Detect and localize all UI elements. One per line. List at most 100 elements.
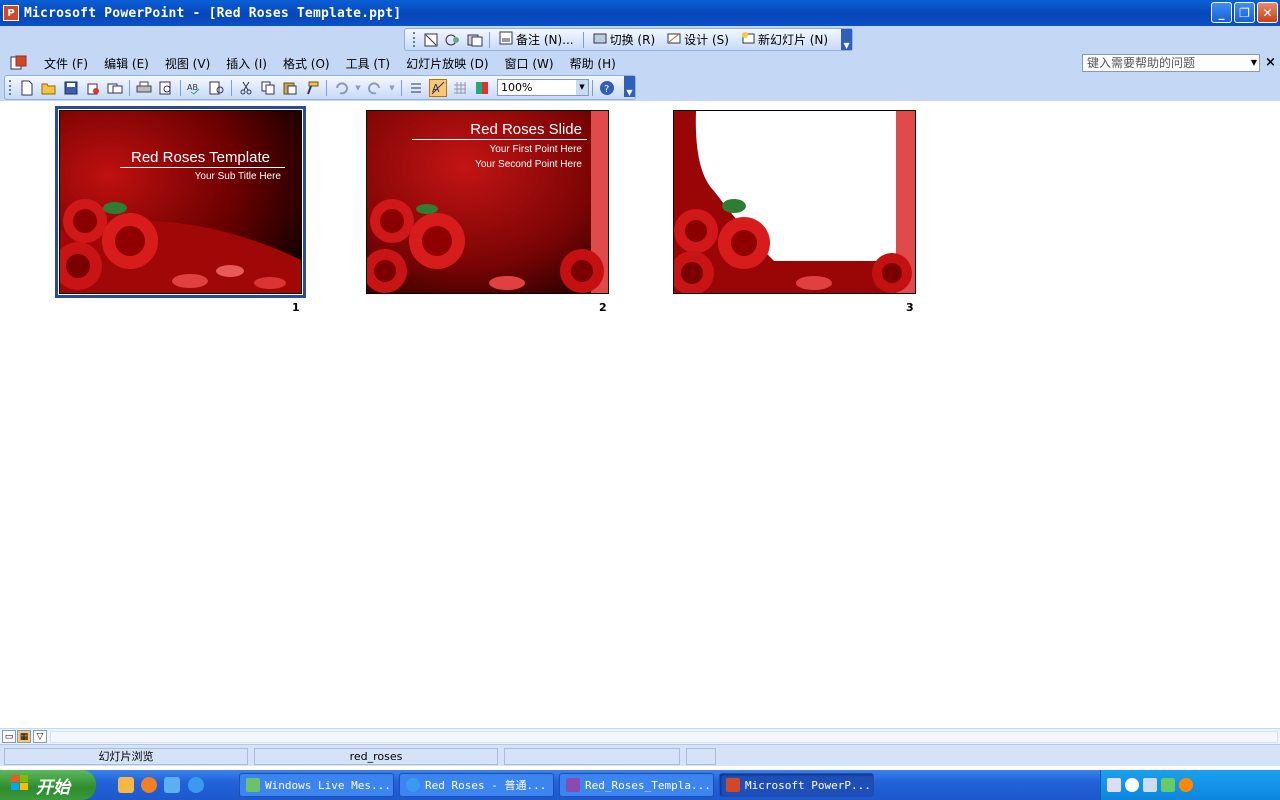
spelling-icon[interactable]: AB: [186, 79, 204, 97]
menu-slideshow[interactable]: 幻灯片放映 (D): [398, 55, 496, 72]
slide-thumbnail-2[interactable]: Red Roses Slide Your First Point Here Yo…: [366, 110, 609, 294]
help-icon[interactable]: ?: [598, 79, 616, 97]
transition-icon: [593, 31, 607, 48]
internet-explorer-icon[interactable]: [188, 777, 204, 793]
tray-expand-icon[interactable]: [1125, 778, 1139, 792]
task-label: Red Roses - 普通...: [425, 779, 547, 792]
task-red-roses-archive[interactable]: Red_Roses_Templa...: [559, 773, 714, 797]
menu-insert[interactable]: 插入 (I): [218, 55, 275, 72]
browser-icon[interactable]: [164, 777, 180, 793]
new-icon[interactable]: [18, 79, 36, 97]
status-template-name: red_roses: [254, 748, 498, 765]
transition-button[interactable]: 切换 (R): [587, 31, 662, 48]
slide-2-point-1: Your First Point Here: [489, 144, 582, 155]
permission-icon[interactable]: [84, 79, 102, 97]
redo-dropdown-icon[interactable]: ▼: [388, 79, 396, 97]
notes-button[interactable]: 备注 (N)...: [493, 31, 580, 48]
rehearse-icon[interactable]: [466, 31, 484, 49]
help-question-input[interactable]: 键入需要帮助的问题 ▼: [1082, 54, 1260, 72]
grid-icon[interactable]: [451, 79, 469, 97]
notes-label: 备注 (N)...: [516, 33, 574, 47]
task-microsoft-powerpoint[interactable]: Microsoft PowerP...: [719, 773, 874, 797]
start-label: 开始: [36, 777, 70, 798]
status-language: [504, 748, 680, 765]
slide-number-2: 2: [599, 301, 607, 314]
svg-text:AB: AB: [187, 83, 198, 92]
system-tray: [1100, 770, 1280, 800]
network-icon[interactable]: [1161, 778, 1175, 792]
research-icon[interactable]: [208, 79, 226, 97]
new-slide-button[interactable]: 新幻灯片 (N): [735, 31, 834, 48]
task-windows-live-messenger[interactable]: Windows Live Mes...: [239, 773, 394, 797]
toolbar-grip[interactable]: [413, 32, 416, 47]
menu-help[interactable]: 帮助 (H): [562, 55, 624, 72]
restore-button[interactable]: ❐: [1234, 2, 1255, 23]
windows-logo-icon: [10, 774, 30, 797]
format-painter-icon[interactable]: [303, 79, 321, 97]
email-icon[interactable]: [106, 79, 124, 97]
slide-thumbnail-1[interactable]: Red Roses Template Your Sub Title Here: [55, 106, 306, 298]
standard-toolbar: AB ▼ ▼ A 100% ▼ ? ▼: [4, 75, 636, 100]
horizontal-scrollbar[interactable]: [50, 731, 1278, 743]
slide-thumbnail-3[interactable]: [673, 110, 916, 294]
chevron-down-icon[interactable]: ▼: [576, 80, 588, 95]
slide-1-subtitle: Your Sub Title Here: [194, 171, 281, 182]
print-preview-icon[interactable]: [157, 79, 175, 97]
slide-2-point-2: Your Second Point Here: [475, 159, 582, 170]
show-desktop-icon[interactable]: [118, 777, 134, 793]
toolbar-grip[interactable]: [9, 80, 12, 95]
close-document-icon[interactable]: ×: [1265, 55, 1276, 70]
redo-icon[interactable]: [366, 79, 384, 97]
slide-sorter-view-icon[interactable]: ▦: [17, 730, 31, 743]
expand-all-icon[interactable]: [407, 79, 425, 97]
slide-sorter-workspace: Red Roses Template Your Sub Title Here 1…: [0, 101, 1280, 728]
cut-icon[interactable]: [237, 79, 255, 97]
toolbar-options-icon[interactable]: ▼: [624, 76, 635, 97]
copy-icon[interactable]: [259, 79, 277, 97]
zoom-select[interactable]: 100% ▼: [497, 79, 589, 96]
print-icon[interactable]: [135, 79, 153, 97]
summary-slide-icon[interactable]: [444, 31, 462, 49]
media-player-icon[interactable]: [141, 777, 157, 793]
task-red-roses-browser[interactable]: Red Roses - 普通...: [399, 773, 554, 797]
menu-file[interactable]: 文件 (F): [36, 55, 96, 72]
menu-window[interactable]: 窗口 (W): [497, 55, 562, 72]
messenger-icon: [246, 778, 260, 792]
menu-tools[interactable]: 工具 (T): [338, 55, 399, 72]
show-formatting-icon[interactable]: A: [429, 78, 447, 97]
status-bar: 幻灯片浏览 red_roses: [0, 744, 1280, 766]
menu-edit[interactable]: 编辑 (E): [96, 55, 157, 72]
toolbar-options-icon[interactable]: ▼: [841, 29, 853, 50]
internet-explorer-icon: [406, 778, 420, 792]
slide-2-title: Red Roses Slide: [470, 121, 582, 138]
status-view-name: 幻灯片浏览: [4, 748, 248, 765]
color-grayscale-icon[interactable]: [473, 79, 491, 97]
menu-view[interactable]: 视图 (V): [157, 55, 218, 72]
slideshow-view-icon[interactable]: ▽: [33, 730, 47, 743]
undo-dropdown-icon[interactable]: ▼: [354, 79, 362, 97]
task-label: Red_Roses_Templa...: [585, 778, 711, 792]
menu-bar: 文件 (F) 编辑 (E) 视图 (V) 插入 (I) 格式 (O) 工具 (T…: [0, 52, 624, 74]
normal-view-icon[interactable]: ▭: [2, 730, 16, 743]
hide-slide-icon[interactable]: [422, 31, 440, 49]
security-icon[interactable]: [1179, 778, 1193, 792]
chevron-down-icon[interactable]: ▼: [1251, 55, 1257, 71]
design-button[interactable]: 设计 (S): [661, 31, 735, 48]
slide-number-1: 1: [292, 301, 300, 314]
minimize-button[interactable]: _: [1211, 2, 1232, 23]
slide-2-title-rule: [412, 139, 587, 140]
document-icon[interactable]: [10, 55, 28, 71]
volume-icon[interactable]: [1143, 778, 1157, 792]
powerpoint-app-icon[interactable]: P: [3, 5, 19, 21]
undo-icon[interactable]: [332, 79, 350, 97]
keyboard-icon[interactable]: [1107, 778, 1121, 792]
powerpoint-icon: [726, 778, 740, 792]
archive-icon: [566, 778, 580, 792]
menu-format[interactable]: 格式 (O): [275, 55, 338, 72]
title-bar: P Microsoft PowerPoint - [Red Roses Temp…: [0, 0, 1280, 26]
save-icon[interactable]: [62, 79, 80, 97]
close-button[interactable]: ✕: [1257, 2, 1278, 23]
open-icon[interactable]: [40, 79, 58, 97]
paste-icon[interactable]: [281, 79, 299, 97]
start-button[interactable]: 开始: [0, 770, 96, 800]
